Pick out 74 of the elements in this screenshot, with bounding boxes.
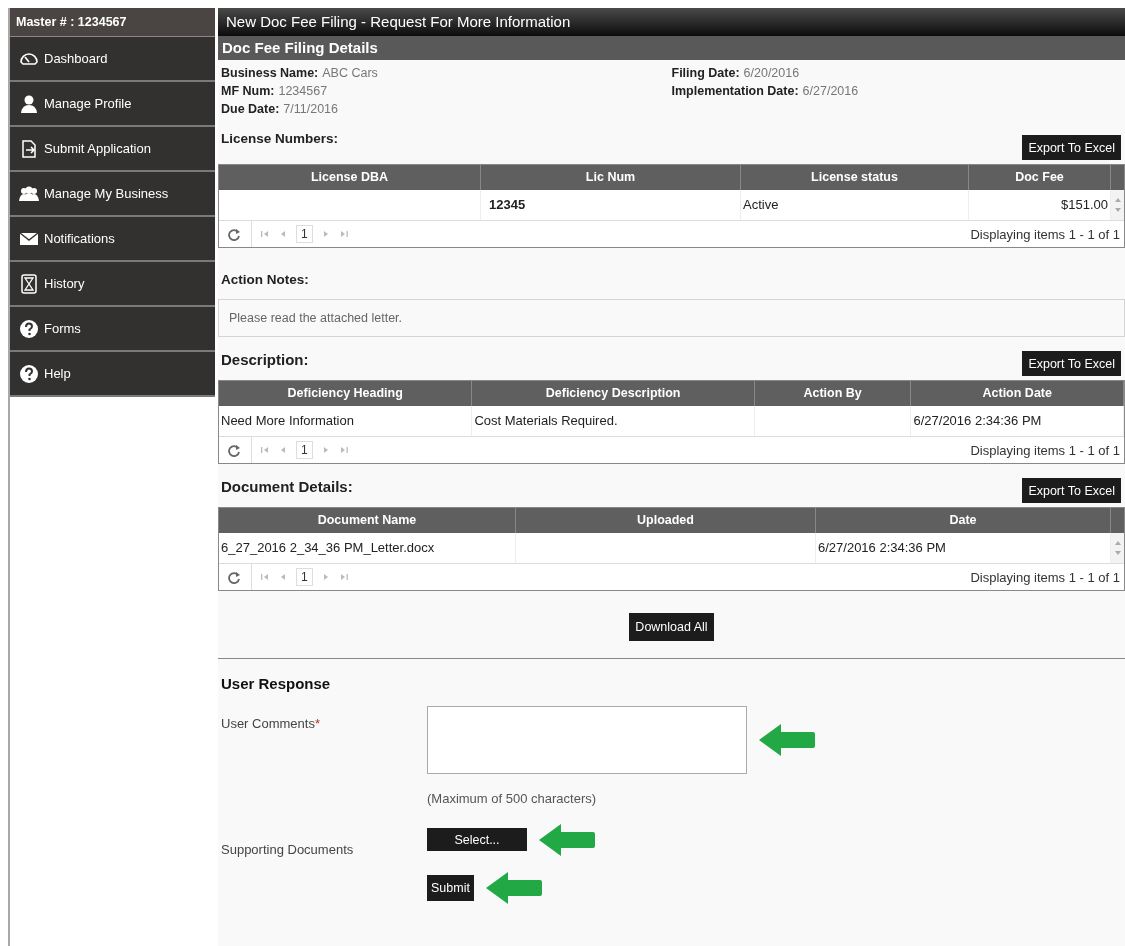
question-icon — [19, 318, 39, 339]
section-title: Description: — [221, 351, 309, 370]
column-header[interactable]: License status — [741, 165, 969, 190]
last-page-icon — [338, 445, 349, 455]
nav-link[interactable]: Help — [10, 352, 215, 397]
column-header[interactable]: Doc Fee — [969, 165, 1111, 190]
last-page-icon — [338, 572, 349, 582]
hint-text: (Maximum of 500 characters) — [427, 790, 598, 806]
table-cell: Active — [741, 190, 969, 220]
refresh-icon — [227, 227, 241, 241]
column-header[interactable]: Date — [816, 508, 1111, 533]
field-label: Supporting Documents — [221, 841, 355, 857]
comments-field[interactable] — [427, 706, 747, 774]
field-label: Implementation Date: — [671, 84, 799, 98]
nav-link[interactable]: Forms — [10, 307, 215, 352]
account-number: Master # : 1234567 — [10, 8, 215, 37]
section-header: Doc Fee Filing Details — [218, 36, 1125, 60]
person-icon — [19, 93, 39, 114]
pager-summary: Displaying items 1 - 1 of 1 — [970, 442, 1120, 458]
nav-link[interactable]: History — [10, 262, 215, 307]
download-all-button[interactable]: Download All — [629, 613, 714, 641]
first-page-icon — [260, 572, 270, 582]
document-arrow-icon — [19, 138, 39, 159]
field-label: Due Date: — [221, 102, 280, 116]
table-cell: Cost Materials Required. — [472, 406, 755, 436]
field-label: User Comments* — [221, 715, 321, 733]
field-label: Business Name: — [221, 66, 319, 80]
column-header[interactable]: License DBA — [219, 165, 481, 190]
field-value: 1234567 — [278, 84, 328, 98]
nav-link[interactable]: Manage Profile — [10, 82, 215, 127]
refresh-icon — [227, 443, 241, 457]
field-value: 6/27/2016 — [802, 84, 859, 98]
pager-summary: Displaying items 1 - 1 of 1 — [970, 569, 1120, 585]
page-number[interactable]: 1 — [296, 441, 313, 459]
hourglass-icon — [19, 273, 39, 294]
section-title: License Numbers: — [221, 131, 339, 148]
nav-link[interactable]: Manage My Business — [10, 172, 215, 217]
first-page-icon — [260, 445, 270, 455]
export-button[interactable]: Export To Excel — [1022, 135, 1121, 160]
column-header[interactable]: Action Date — [911, 381, 1124, 406]
export-button[interactable]: Export To Excel — [1022, 478, 1121, 503]
table-cell: Need More Information — [219, 406, 473, 436]
column-header[interactable]: Action By — [754, 381, 912, 406]
submit-button[interactable]: Submit — [427, 875, 474, 901]
field-value: ABC Cars — [322, 66, 378, 80]
pager-summary: Displaying items 1 - 1 of 1 — [970, 226, 1120, 242]
table-cell: 6/27/2016 2:34:36 PM — [911, 406, 1124, 436]
nav-link[interactable]: Notifications — [10, 217, 215, 262]
field-label: MF Num: — [221, 84, 275, 98]
column-header[interactable]: Deficiency Heading — [219, 381, 473, 406]
column-header[interactable]: Lic Num — [481, 165, 741, 190]
section-title: Document Details: — [221, 478, 353, 497]
section-title: User Response — [220, 674, 332, 692]
page-number[interactable]: 1 — [296, 225, 313, 243]
question-icon — [19, 363, 39, 384]
section-title: Action Notes: — [220, 271, 310, 289]
column-header[interactable]: Uploaded — [516, 508, 816, 533]
nav-link[interactable]: Submit Application — [10, 127, 215, 172]
last-page-icon — [338, 229, 349, 239]
nav-link[interactable]: Dashboard — [10, 37, 215, 82]
page-number[interactable]: 1 — [296, 568, 313, 586]
select-button[interactable]: Select... — [427, 828, 527, 851]
notes-text: Please read the attached letter. — [218, 299, 1125, 337]
table-cell: 12345 — [481, 190, 741, 220]
column-header[interactable]: Deficiency Description — [472, 381, 755, 406]
field-value: 6/20/2016 — [743, 66, 800, 80]
field-label: Filing Date: — [671, 66, 740, 80]
page-title: New Doc Fee Filing - Request For More Information — [218, 8, 1125, 36]
table-cell: 6_27_2016 2_34_36 PM_Letter.docx — [219, 533, 516, 563]
column-header[interactable]: Document Name — [219, 508, 516, 533]
refresh-icon — [227, 570, 241, 584]
first-page-icon — [260, 229, 270, 239]
export-button[interactable]: Export To Excel — [1022, 351, 1121, 376]
field-value: 7/11/2016 — [283, 102, 339, 116]
